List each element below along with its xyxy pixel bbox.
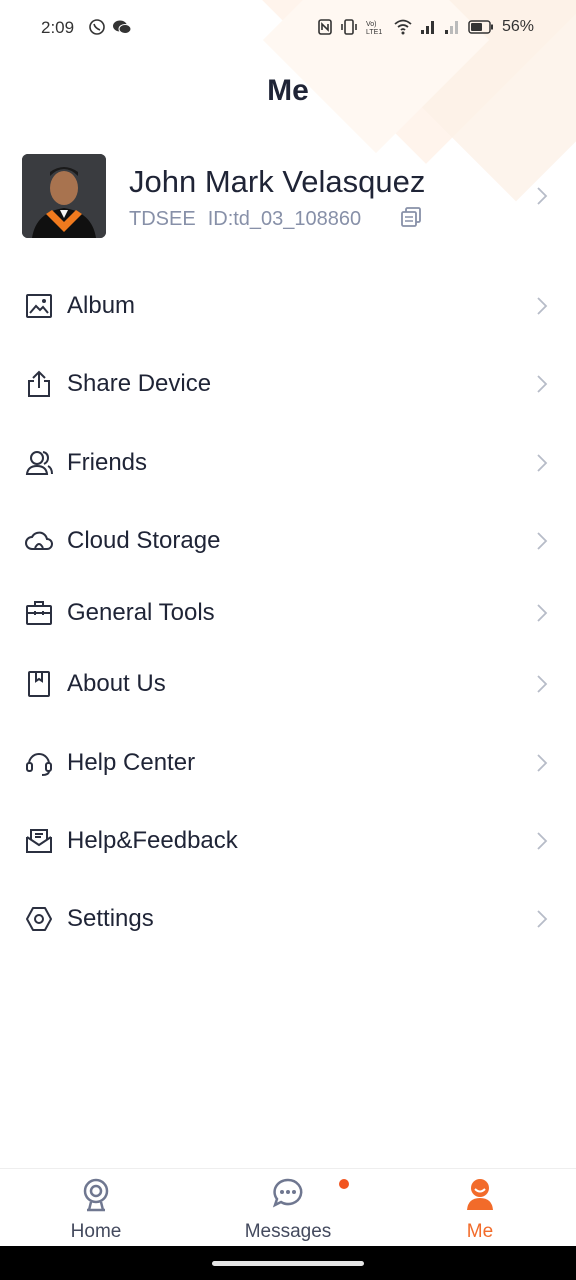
avatar[interactable] bbox=[22, 154, 106, 238]
copy-icon[interactable] bbox=[400, 206, 422, 228]
profile-brand: TDSEE bbox=[129, 208, 196, 230]
home-gesture-handle[interactable] bbox=[212, 1261, 364, 1266]
wifi-icon bbox=[394, 19, 412, 35]
tab-label: Me bbox=[466, 1221, 494, 1242]
menu-item-label: General Tools bbox=[67, 599, 215, 626]
menu-item-about-us[interactable]: About Us bbox=[0, 654, 576, 714]
settings-icon bbox=[26, 907, 52, 931]
chevron-right-icon bbox=[537, 754, 548, 772]
tab-me[interactable]: Me bbox=[400, 1169, 560, 1247]
profile-card[interactable]: John Mark Velasquez TDSEE ID:td_03_10886… bbox=[0, 150, 576, 242]
menu-item-label: Cloud Storage bbox=[67, 527, 221, 554]
chevron-right-icon bbox=[537, 832, 548, 850]
chevron-right-icon bbox=[537, 675, 548, 693]
chevron-right-icon bbox=[537, 532, 548, 550]
album-icon bbox=[26, 294, 52, 318]
chevron-right-icon bbox=[537, 297, 548, 315]
wechat-icon bbox=[113, 20, 132, 34]
status-bar: 2:09 Vo) LTE1 56% bbox=[0, 0, 576, 56]
menu-item-cloud-storage[interactable]: Cloud Storage bbox=[0, 511, 576, 571]
headset-icon bbox=[26, 753, 52, 776]
chevron-right-icon bbox=[537, 910, 548, 928]
chevron-right-icon bbox=[537, 375, 548, 393]
notification-badge bbox=[339, 1179, 349, 1189]
menu-item-label: Help&Feedback bbox=[67, 827, 238, 854]
volte-icon: Vo)LTE1 bbox=[366, 21, 382, 35]
nfc-icon bbox=[318, 19, 332, 35]
svg-text:Vo): Vo) bbox=[366, 21, 377, 28]
person-icon bbox=[467, 1179, 493, 1210]
menu-item-settings[interactable]: Settings bbox=[0, 889, 576, 949]
menu-item-label: Share Device bbox=[67, 370, 212, 397]
page-title: Me bbox=[267, 74, 309, 107]
tab-home[interactable]: Home bbox=[16, 1169, 176, 1247]
tab-messages[interactable]: Messages bbox=[208, 1169, 368, 1247]
camera-icon bbox=[83, 1178, 109, 1212]
chevron-right-icon bbox=[537, 454, 548, 472]
battery-level: 56% bbox=[501, 18, 534, 35]
status-time: 2:09 bbox=[41, 18, 75, 37]
signal-weak-icon bbox=[444, 21, 458, 34]
menu-item-label: Help Center bbox=[67, 749, 196, 776]
bookmark-icon bbox=[28, 671, 50, 697]
menu-item-share-device[interactable]: Share Device bbox=[0, 354, 576, 414]
viber-icon bbox=[89, 19, 105, 35]
menu-item-friends[interactable]: Friends bbox=[0, 433, 576, 493]
toolbox-icon bbox=[26, 601, 52, 625]
battery-icon bbox=[468, 20, 493, 34]
svg-text:LTE1: LTE1 bbox=[366, 29, 382, 35]
profile-id: ID:td_03_108860 bbox=[207, 208, 362, 230]
signal-icon bbox=[420, 21, 434, 34]
menu-item-help-center[interactable]: Help Center bbox=[0, 733, 576, 793]
mail-icon bbox=[26, 829, 52, 853]
chevron-right-icon bbox=[537, 604, 548, 622]
bottom-tab-bar: Home Messages Me bbox=[0, 1168, 576, 1247]
profile-name: John Mark Velasquez bbox=[129, 164, 426, 199]
chevron-right-icon bbox=[537, 187, 548, 205]
menu-item-album[interactable]: Album bbox=[0, 276, 576, 336]
menu-item-help-feedback[interactable]: Help&Feedback bbox=[0, 811, 576, 871]
cloud-icon bbox=[25, 531, 53, 550]
menu-item-general-tools[interactable]: General Tools bbox=[0, 583, 576, 643]
tab-label: Messages bbox=[244, 1221, 332, 1242]
menu-item-label: Album bbox=[67, 292, 136, 319]
vibrate-icon bbox=[341, 19, 357, 35]
chat-icon bbox=[272, 1178, 303, 1208]
tab-label: Home bbox=[70, 1221, 122, 1242]
menu-item-label: Settings bbox=[67, 905, 154, 932]
menu-item-label: Friends bbox=[67, 449, 148, 476]
menu-item-label: About Us bbox=[67, 670, 166, 697]
friends-icon bbox=[25, 451, 53, 475]
system-navigation-bar bbox=[0, 1246, 576, 1280]
share-icon bbox=[28, 370, 50, 397]
